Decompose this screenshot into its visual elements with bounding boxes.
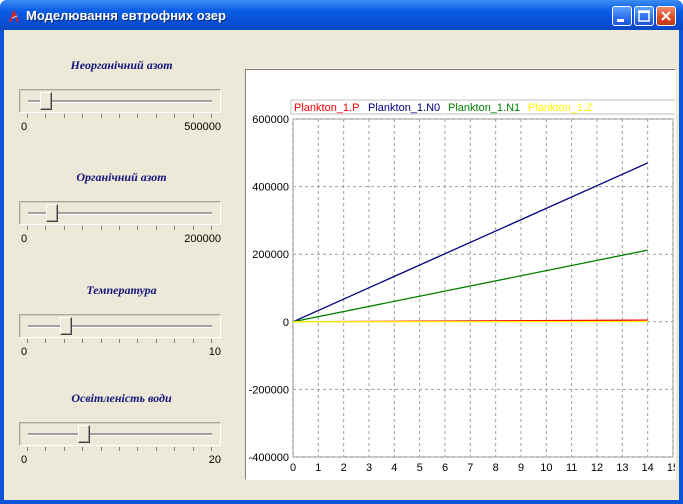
y-tick-label: -200000: [249, 384, 289, 396]
slider-min-label: 0: [21, 454, 28, 466]
slider-thumb[interactable]: [60, 317, 72, 335]
x-tick-label: 0: [290, 462, 296, 474]
legend-entry: Plankton_1.P: [294, 102, 359, 114]
slider-max-label: 10: [208, 346, 221, 358]
x-tick-label: 10: [540, 462, 552, 474]
slider-inorganic-nitrogen[interactable]: [19, 89, 221, 113]
minimize-icon: [617, 19, 624, 22]
slider-label-temperature: Температура: [86, 283, 157, 297]
slider-groove: [28, 100, 212, 103]
slider-ticks: [19, 339, 221, 345]
slider-max-label: 500000: [184, 121, 221, 133]
client-area: Неорганічний азот 0 500000 Органічний азот 0…: [4, 30, 679, 500]
x-tick-label: 8: [493, 462, 499, 474]
slider-label-inorganic-nitrogen: Неорганічний азот: [70, 58, 173, 72]
slider-max-label: 20: [208, 454, 221, 466]
x-tick-label: 9: [518, 462, 524, 474]
x-tick-label: 15: [667, 462, 675, 474]
slider-thumb[interactable]: [40, 92, 53, 110]
maximize-icon: [638, 10, 650, 22]
app-logo-icon: [9, 10, 19, 22]
chart-panel: Plankton_1.P Plankton_1.N0 Plankton_1.N1 Pl…: [245, 69, 676, 480]
slider-organic-nitrogen[interactable]: [19, 201, 221, 225]
minimize-button[interactable]: [612, 6, 632, 26]
y-tick-label: 0: [283, 317, 289, 329]
slider-groove: [28, 325, 212, 328]
close-icon: [661, 11, 671, 21]
x-tick-label: 12: [591, 462, 603, 474]
slider-max-label: 200000: [184, 233, 221, 245]
x-tick-label: 2: [341, 462, 347, 474]
y-tick-label: 200000: [252, 249, 289, 261]
y-tick-label: -400000: [249, 452, 289, 464]
slider-temperature[interactable]: [19, 314, 221, 338]
slider-ticks: [19, 447, 221, 453]
legend-entry: Plankton_1.N1: [448, 102, 520, 114]
slider-ticks: [19, 226, 221, 232]
y-tick-label: 600000: [252, 114, 289, 126]
slider-label-organic-nitrogen: Органічний азот: [76, 170, 167, 184]
legend-entry: Plankton_1.N0: [368, 102, 440, 114]
x-tick-label: 5: [417, 462, 423, 474]
x-tick-label: 1: [315, 462, 321, 474]
x-tick-label: 13: [616, 462, 628, 474]
slider-ticks: [19, 114, 221, 120]
x-tick-label: 11: [566, 462, 577, 474]
legend-entry: Plankton_1.Z: [528, 102, 593, 114]
app-window: Моделювання евтрофних озер Неорганічний …: [0, 0, 683, 504]
slider-min-label: 0: [21, 346, 28, 358]
slider-thumb[interactable]: [78, 425, 90, 443]
window-title: Моделювання евтрофних озер: [26, 8, 226, 23]
title-bar[interactable]: Моделювання евтрофних озер: [0, 0, 683, 30]
close-button[interactable]: [656, 6, 676, 26]
y-tick-label: 400000: [252, 182, 289, 194]
slider-thumb[interactable]: [45, 204, 58, 222]
slider-label-water-illumination: Освітленість води: [71, 391, 172, 405]
slider-min-label: 0: [21, 121, 28, 133]
slider-min-label: 0: [21, 233, 28, 245]
x-tick-label: 6: [442, 462, 448, 474]
x-tick-label: 7: [467, 462, 473, 474]
slider-water-illumination[interactable]: [19, 422, 221, 446]
x-tick-label: 4: [391, 462, 397, 474]
slider-groove: [28, 433, 212, 436]
x-tick-label: 3: [366, 462, 372, 474]
maximize-button[interactable]: [634, 6, 654, 26]
line-chart: Plankton_1.P Plankton_1.N0 Plankton_1.N1 Pl…: [249, 99, 675, 474]
plot-area: [292, 118, 674, 458]
x-tick-label: 14: [642, 462, 654, 474]
